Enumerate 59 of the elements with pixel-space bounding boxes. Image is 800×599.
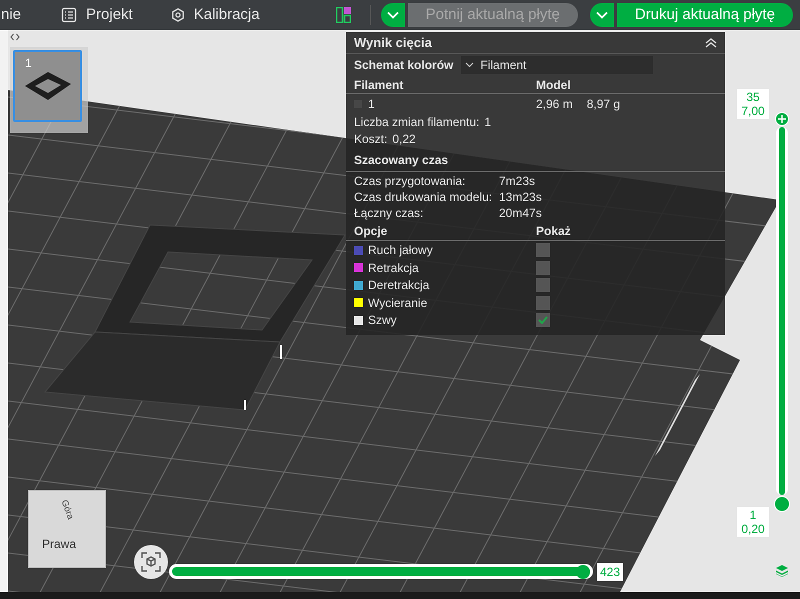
time-label: Czas przygotowania: <box>354 173 466 190</box>
option-label: Retrakcja <box>368 260 419 276</box>
settings-icon <box>170 8 185 22</box>
column-header: Pokaż <box>536 222 572 240</box>
check-icon <box>538 316 548 324</box>
time-label: Czas drukowania modelu: <box>354 189 494 206</box>
bottom-layer-height: 0,20 <box>741 522 765 536</box>
chevron-down-icon <box>465 62 474 68</box>
show-checkbox[interactable] <box>536 260 550 274</box>
filament-weight: 8,97 g <box>586 96 620 112</box>
chevron-down-icon <box>596 11 608 19</box>
time-value: 7m23s <box>499 173 536 190</box>
bottom-layer-number: 1 <box>750 508 756 522</box>
filament-name: 1 <box>368 96 375 112</box>
collapse-icon[interactable] <box>705 38 717 48</box>
move-slider-handle[interactable] <box>576 564 590 578</box>
stat-value: 1 <box>484 114 492 130</box>
section-heading: Szacowany czas <box>354 152 448 169</box>
time-value: 13m23s <box>499 189 543 206</box>
menu-item[interactable]: nie <box>1 4 22 26</box>
cube-top-label: Góra <box>58 498 77 522</box>
option-label: Ruch jałowy <box>368 242 433 259</box>
top-layer-height: 7,00 <box>741 104 765 118</box>
list-icon <box>61 7 78 23</box>
expand-toggle-icon[interactable] <box>10 33 20 41</box>
plate-preview-icon <box>23 70 73 102</box>
show-checkbox[interactable] <box>536 278 550 292</box>
column-header: Model <box>536 77 572 94</box>
chevron-down-icon <box>386 11 399 19</box>
show-checkbox[interactable] <box>536 313 550 327</box>
layers-icon[interactable] <box>776 565 788 577</box>
layout-icon[interactable] <box>336 7 351 23</box>
stat-label: Liczba zmian filamentu: <box>354 114 480 130</box>
column-header: Filament <box>354 77 404 94</box>
option-label: Deretrakcja <box>368 277 430 294</box>
show-checkbox[interactable] <box>536 243 550 257</box>
view-cube[interactable]: Góra Prawa <box>28 490 106 568</box>
filament-length: 2,96 m <box>536 96 573 112</box>
top-layer-number: 35 <box>746 90 760 104</box>
dropdown-toggle[interactable] <box>380 3 405 27</box>
show-checkbox[interactable] <box>536 296 550 310</box>
color-scheme-dropdown[interactable]: Filament <box>461 56 654 74</box>
plus-icon <box>778 115 786 123</box>
dropdown-toggle[interactable] <box>590 3 614 27</box>
time-value: 20m47s <box>499 205 543 222</box>
column-header: Opcje <box>354 222 388 240</box>
option-label: Wycieranie <box>368 294 428 312</box>
cube-focus-icon <box>141 552 161 572</box>
color-scheme-label: Schemat kolorów <box>354 57 454 74</box>
stat-value: 0,22 <box>392 130 416 148</box>
move-slider-track[interactable] <box>169 564 593 579</box>
panel-title: Wynik cięcia <box>354 34 432 52</box>
menu-item[interactable]: Kalibracja <box>170 4 260 26</box>
time-label: Łączny czas: <box>354 205 424 222</box>
stat-label: Koszt: <box>354 130 388 148</box>
cube-front-label: Prawa <box>42 536 76 553</box>
menu-item[interactable]: Projekt <box>61 4 133 26</box>
move-slider-value: 423 <box>597 563 624 581</box>
option-label: Szwy <box>368 312 397 329</box>
